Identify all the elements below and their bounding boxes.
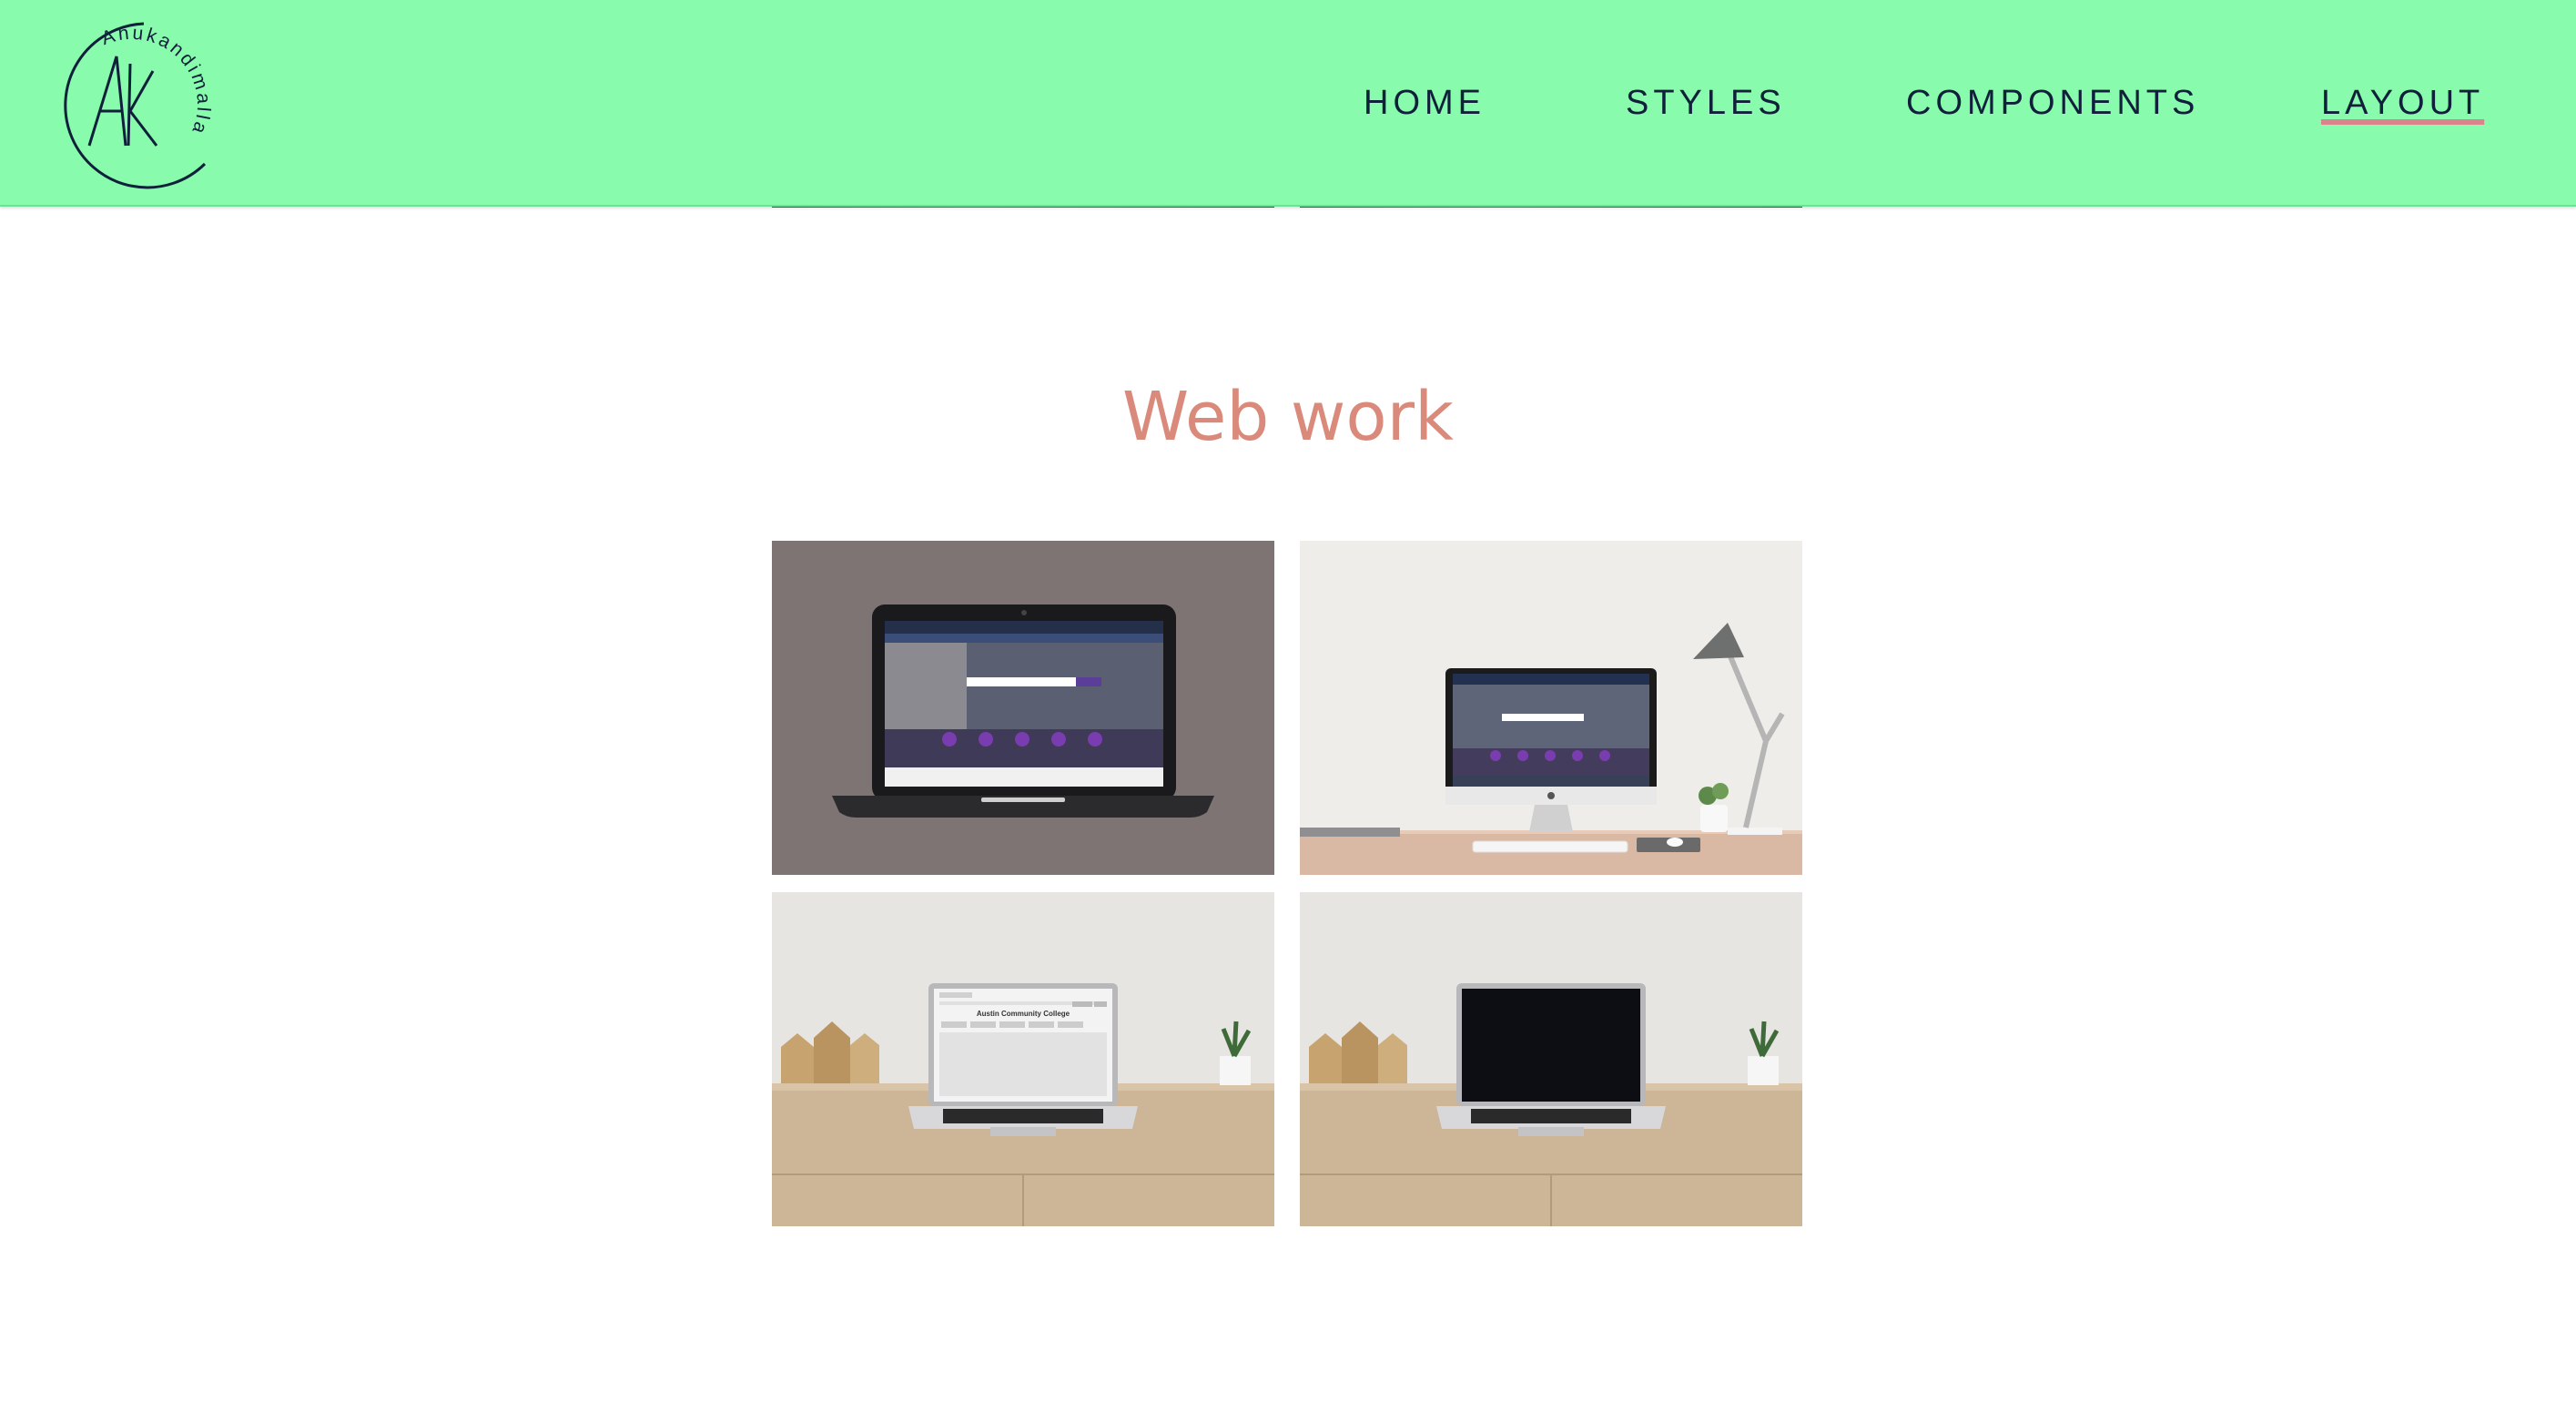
- nav-home-link[interactable]: HOME: [1364, 84, 1486, 123]
- macbook-mockup-image: Austin Community College: [772, 892, 1274, 1226]
- screen-college-title: Austin Community College: [977, 1010, 1070, 1018]
- gallery-item-laptop[interactable]: [772, 541, 1274, 875]
- nav-styles-link[interactable]: STYLES: [1626, 84, 1786, 123]
- laptop-mockup-image: [772, 541, 1274, 875]
- nav-layout-link[interactable]: LAYOUT: [2321, 84, 2484, 123]
- main-nav: HOME STYLES COMPONENTS LAYOUT: [0, 84, 2576, 138]
- macbook-blank-mockup-image: [1300, 892, 1802, 1226]
- page: Anukandimalla HOME STYLES COMPONENTS LAY…: [0, 0, 2576, 1402]
- nav-components-link[interactable]: COMPONENTS: [1906, 84, 2199, 123]
- gallery-item-macbook-college[interactable]: Austin Community College: [772, 892, 1274, 1226]
- gallery-item-macbook-blank[interactable]: [1300, 892, 1802, 1226]
- section-title: Web work: [1122, 378, 1454, 456]
- desktop-mockup-image: [1300, 541, 1802, 875]
- gallery-item-desktop[interactable]: [1300, 541, 1802, 875]
- top-navigation-bar: Anukandimalla HOME STYLES COMPONENTS LAY…: [0, 0, 2576, 207]
